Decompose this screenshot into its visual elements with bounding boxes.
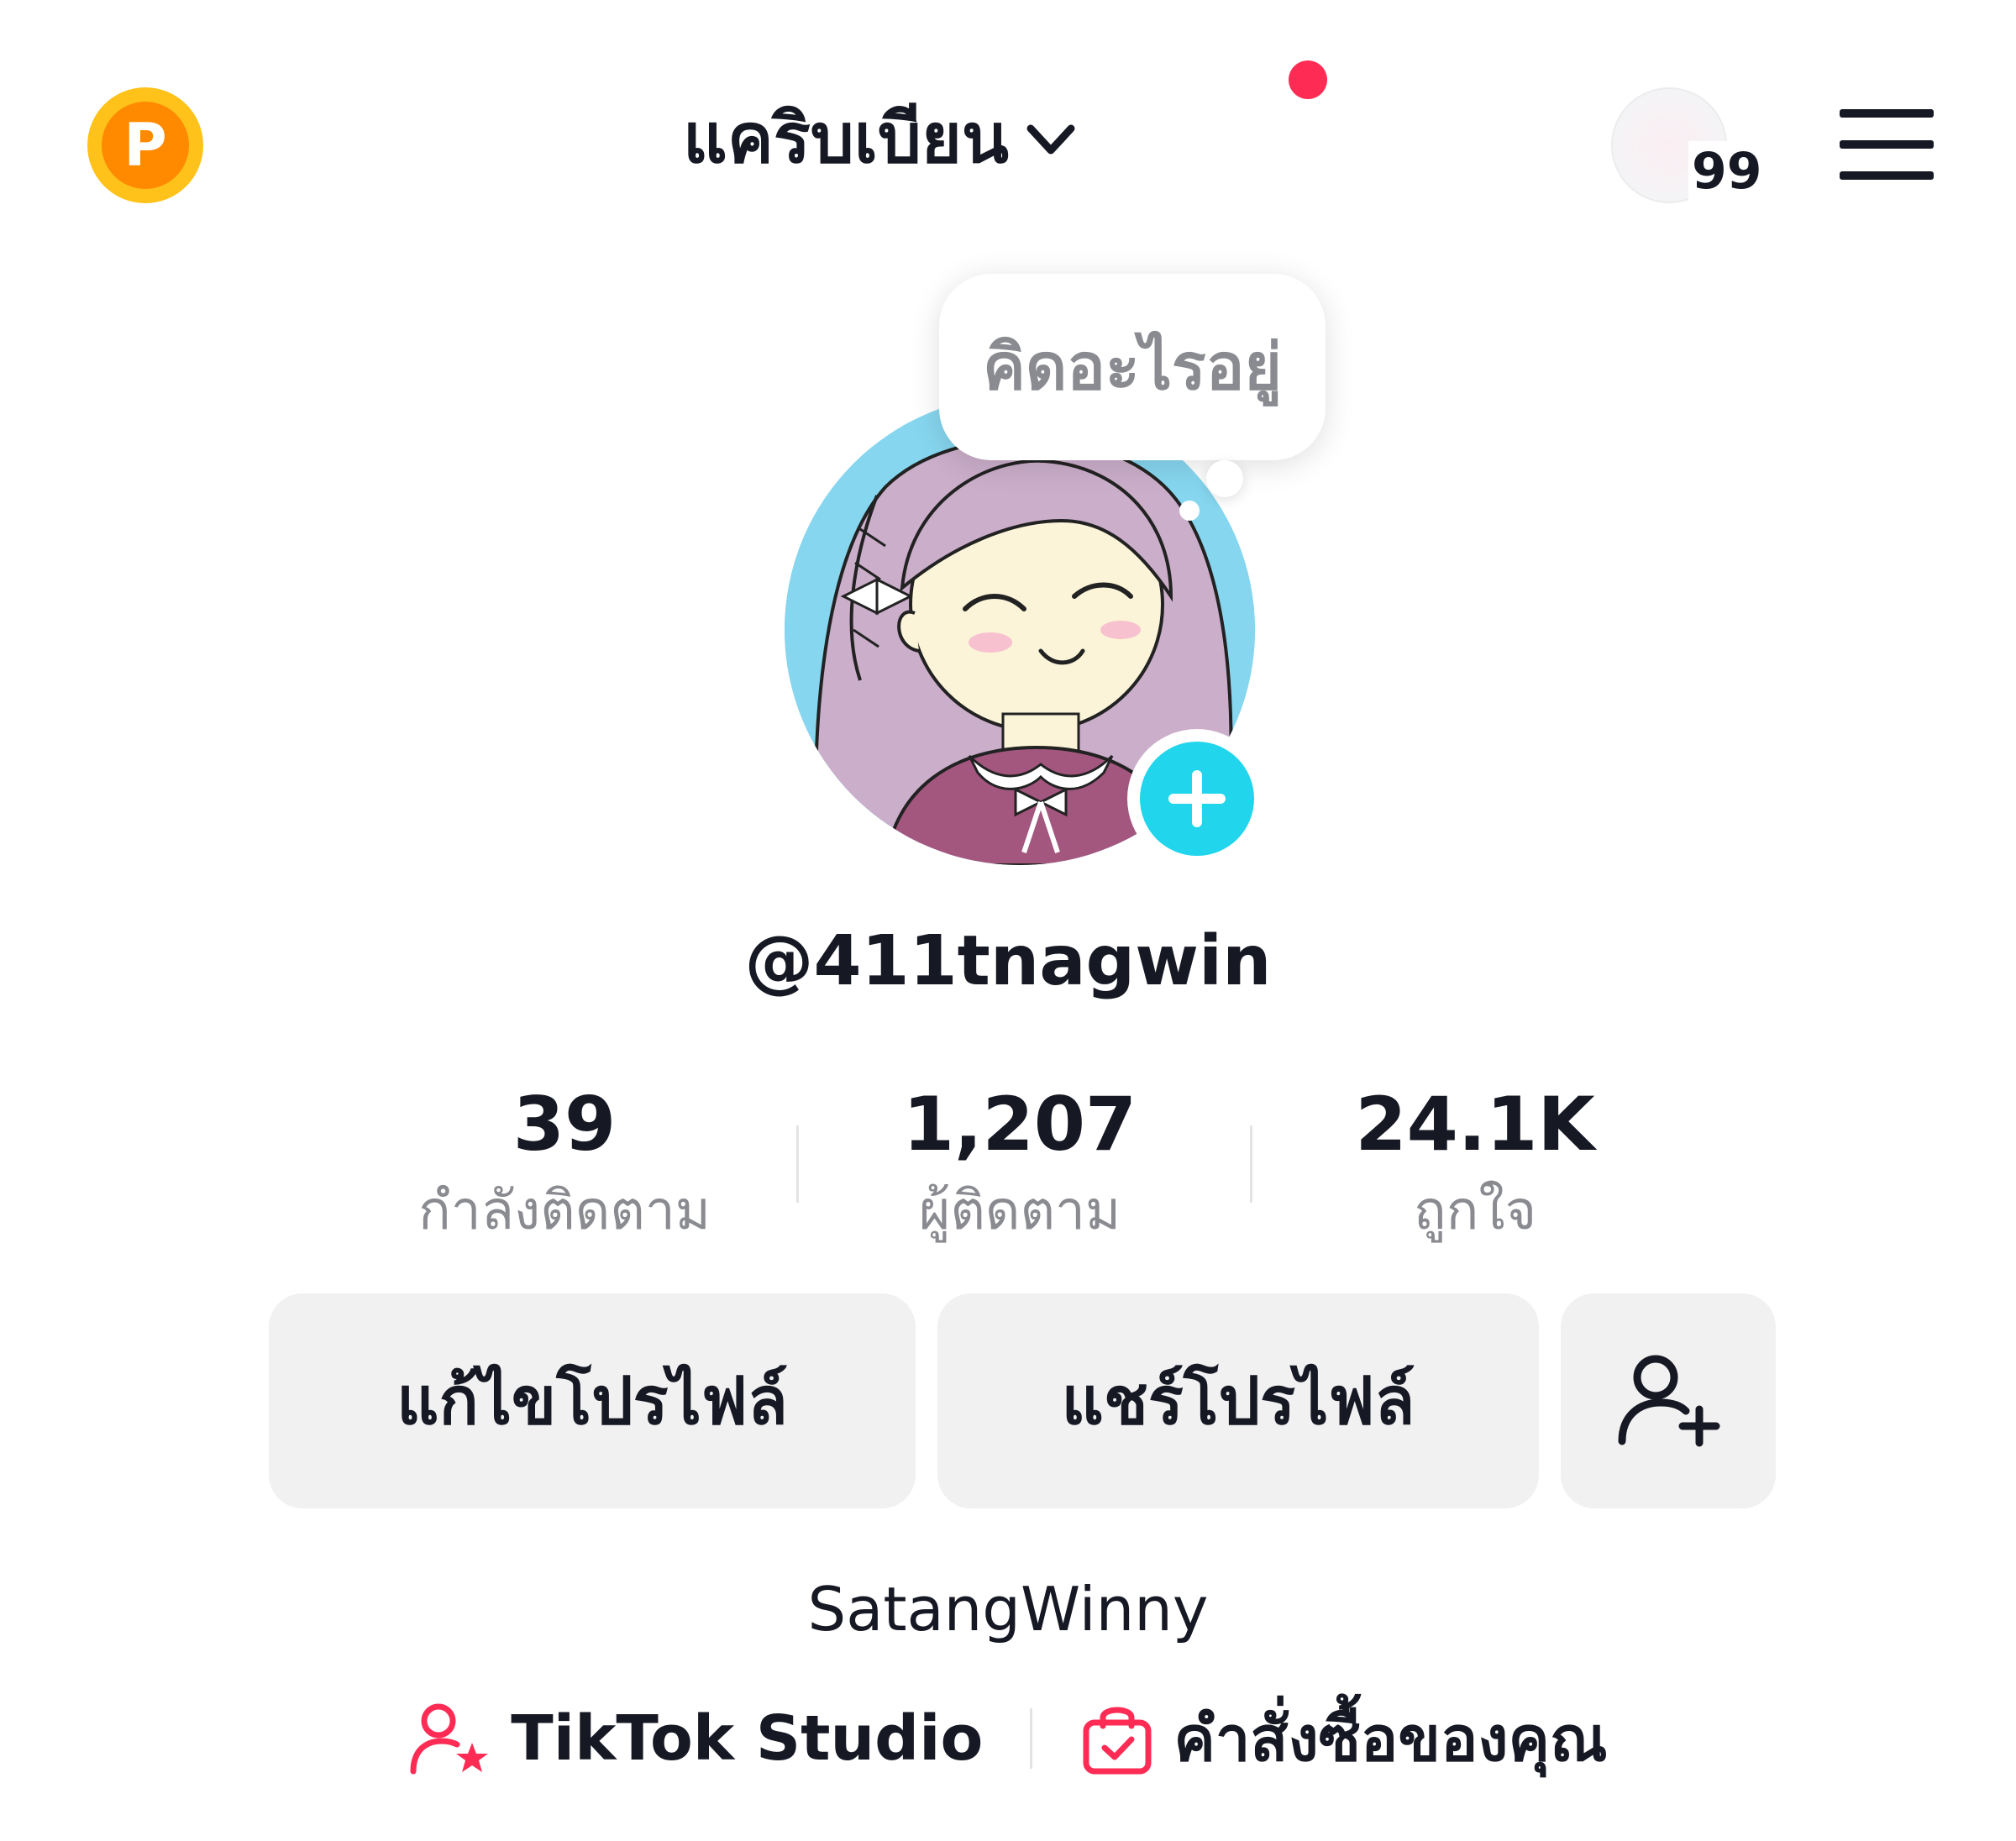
account-switcher[interactable]: แคริบเบียน xyxy=(504,84,1260,193)
stat-followers[interactable]: 1,207 ผู้ติดตาม xyxy=(835,1078,1205,1255)
story-count-badge: 99 xyxy=(1688,141,1766,202)
stat-value: 1,207 xyxy=(902,1081,1137,1167)
add-friend-icon xyxy=(1618,1355,1720,1447)
profile-links: TikTok Studio คำสั่งซื้อของคุณ xyxy=(252,1688,1764,1789)
stat-label: ถูกใจ xyxy=(1413,1180,1537,1242)
thought-bubble-tail-small xyxy=(1179,501,1200,521)
links-divider xyxy=(1030,1708,1033,1769)
account-name: แคริบเบียน xyxy=(683,99,1009,179)
stat-divider xyxy=(796,1125,799,1203)
stat-divider xyxy=(1250,1125,1252,1203)
profile-nickname: SatangWinny xyxy=(807,1574,1209,1644)
your-orders-link[interactable]: คำสั่งซื้อของคุณ xyxy=(1079,1689,1608,1788)
stat-value: 24.1K xyxy=(1355,1081,1595,1167)
edit-profile-label: แก้ไขโปรไฟล์ xyxy=(396,1364,788,1440)
add-story-button[interactable] xyxy=(1127,729,1267,868)
share-profile-button[interactable]: แชร์โปรไฟล์ xyxy=(937,1293,1539,1508)
thought-bubble-tail xyxy=(1206,460,1243,497)
tiktok-studio-link[interactable]: TikTok Studio xyxy=(408,1701,983,1776)
plus-icon xyxy=(1168,770,1226,827)
stat-likes[interactable]: 24.1K ถูกใจ xyxy=(1290,1078,1660,1255)
your-orders-label: คำสั่งซื้อของคุณ xyxy=(1173,1703,1608,1775)
hamburger-menu-icon[interactable] xyxy=(1840,109,1934,180)
tiktok-studio-label: TikTok Studio xyxy=(511,1702,984,1775)
thought-bubble[interactable]: คิดอะไรอยู่ xyxy=(939,274,1326,460)
coin-letter: P xyxy=(102,102,189,189)
shopping-bag-icon xyxy=(1083,1707,1152,1775)
p-coin-icon[interactable]: P xyxy=(87,87,203,203)
creator-star-icon xyxy=(410,1703,489,1775)
edit-profile-button[interactable]: แก้ไขโปรไฟล์ xyxy=(269,1293,916,1508)
chevron-down-icon xyxy=(1026,124,1075,155)
stat-label: กำลังติดตาม xyxy=(418,1180,711,1242)
stat-label: ผู้ติดตาม xyxy=(918,1180,1121,1242)
share-profile-label: แชร์โปรไฟล์ xyxy=(1061,1364,1415,1440)
profile-username: @411tnagwin xyxy=(744,921,1272,1001)
stat-following[interactable]: 39 กำลังติดตาม xyxy=(380,1078,749,1255)
notification-dot xyxy=(1289,60,1327,99)
stat-value: 39 xyxy=(512,1081,617,1167)
thought-placeholder: คิดอะไรอยู่ xyxy=(983,329,1282,404)
add-friend-button[interactable] xyxy=(1561,1293,1776,1508)
